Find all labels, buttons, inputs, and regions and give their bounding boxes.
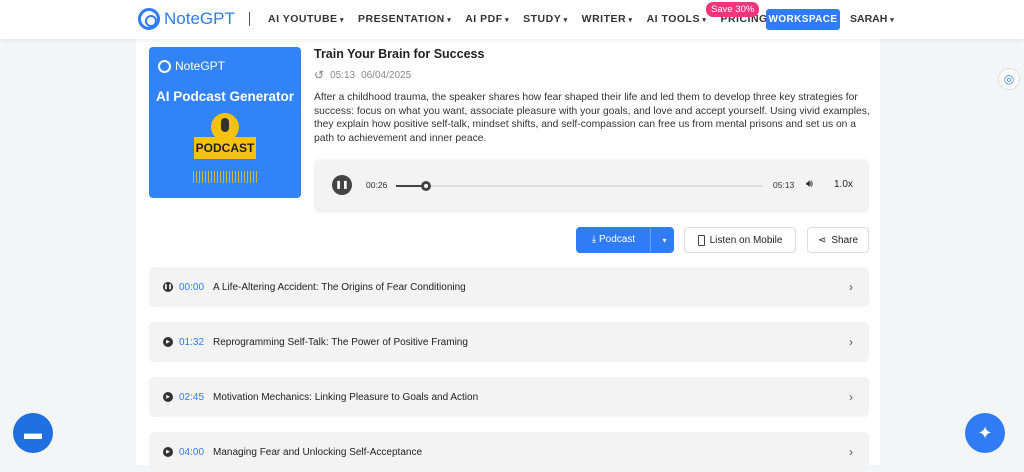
ai-assistant-icon[interactable]: ✦ xyxy=(965,413,1005,453)
nav-presentation[interactable]: PRESENTATION xyxy=(358,13,451,25)
history-icon: ↺ xyxy=(314,68,325,82)
duration: 05:13 xyxy=(330,70,356,81)
chevron-right-icon: › xyxy=(849,390,853,404)
chevron-down-icon: ▾ xyxy=(890,17,894,24)
nav-ai-youtube[interactable]: AI YOUTUBE xyxy=(268,13,344,25)
notegpt-sidebar-icon[interactable]: ◎ xyxy=(998,68,1020,90)
download-icon: ⤓ xyxy=(591,234,597,245)
notegpt-logo[interactable]: NoteGPT xyxy=(138,8,235,30)
waveform-icon xyxy=(193,171,257,183)
podcast-title: Train Your Brain for Success xyxy=(314,47,485,61)
nav-study[interactable]: STUDY xyxy=(523,13,568,25)
date: 06/04/2025 xyxy=(361,70,412,81)
nav-ai-pdf[interactable]: AI PDF xyxy=(465,13,509,25)
save-badge: Save 30% xyxy=(706,2,760,17)
chevron-right-icon: › xyxy=(849,335,853,349)
audio-player: ❚❚ 00:26 05:13 🔊︎ 1.0x xyxy=(314,159,869,213)
share-icon: ⋖ xyxy=(817,234,827,246)
nav-writer[interactable]: WRITER xyxy=(582,13,633,25)
cover-title: AI Podcast Generator xyxy=(155,89,295,104)
total-time: 05:13 xyxy=(773,180,795,190)
workspace-button[interactable]: WORKSPACE xyxy=(766,9,840,30)
seek-handle[interactable] xyxy=(421,181,432,191)
podcast-cover: NoteGPT AI Podcast Generator PODCAST xyxy=(149,47,301,198)
main-content: NoteGPT AI Podcast Generator PODCAST Tra… xyxy=(136,39,880,472)
chapter-item[interactable]: ▶ 04:00 Managing Fear and Unlocking Self-A… xyxy=(149,432,869,472)
play-icon[interactable]: ▶ xyxy=(163,392,173,402)
podcast-description: After a childhood trauma, the speaker sh… xyxy=(314,92,870,144)
user-menu[interactable]: SARAH ▾ xyxy=(850,13,894,25)
listen-on-mobile-button[interactable]: Listen on Mobile xyxy=(684,227,796,253)
pause-button[interactable]: ❚❚ xyxy=(332,175,352,195)
podcast-badge: PODCAST xyxy=(194,137,256,159)
logo-icon xyxy=(138,8,160,30)
seek-slider[interactable] xyxy=(396,181,762,191)
chapter-item[interactable]: ▶ 02:45 Motivation Mechanics: Linking Plea… xyxy=(149,377,869,417)
chevron-right-icon: › xyxy=(849,445,853,459)
divider xyxy=(249,12,250,26)
chevron-right-icon: › xyxy=(849,280,853,294)
play-icon[interactable]: ▶ xyxy=(163,337,173,347)
top-nav: NoteGPT AI YOUTUBE PRESENTATION AI PDF S… xyxy=(0,0,1024,39)
chapter-item[interactable]: ❚❚ 00:00 A Life-Altering Accident: The Ori… xyxy=(149,267,869,307)
download-podcast-button[interactable]: ⤓ Podcast ▾ xyxy=(576,227,674,253)
speed-button[interactable]: 1.0x xyxy=(834,179,853,190)
current-time: 00:26 xyxy=(366,180,388,190)
chapter-item[interactable]: ▶ 01:32 Reprogramming Self-Talk: The Power… xyxy=(149,322,869,362)
nav-ai-tools[interactable]: AI TOOLS xyxy=(647,13,707,25)
play-icon[interactable]: ❚❚ xyxy=(163,282,173,292)
share-button[interactable]: ⋖ Share xyxy=(807,227,869,253)
volume-icon[interactable]: 🔊︎ xyxy=(806,178,813,191)
chevron-down-icon[interactable]: ▾ xyxy=(656,236,673,245)
play-icon[interactable]: ▶ xyxy=(163,447,173,457)
mobile-icon xyxy=(697,234,705,246)
logo-icon xyxy=(158,59,171,73)
chat-icon[interactable]: ▬ xyxy=(13,413,53,453)
